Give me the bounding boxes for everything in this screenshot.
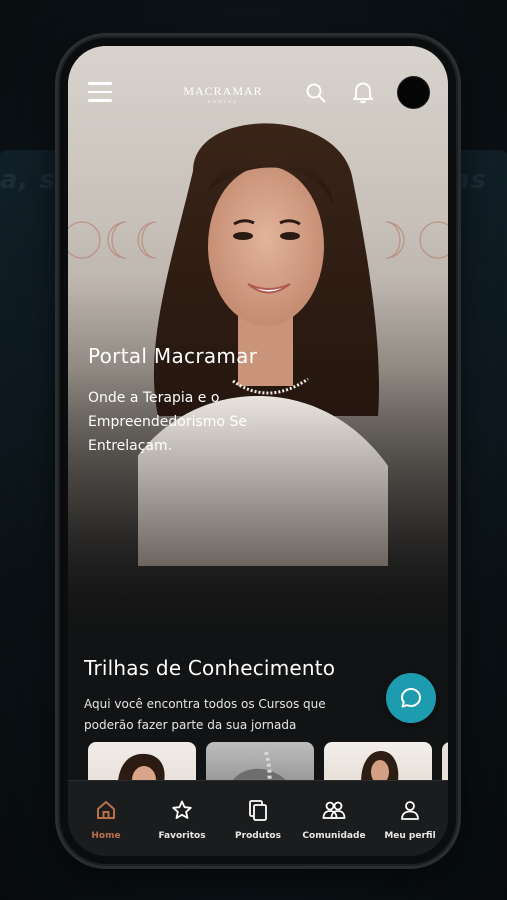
nav-label: Home <box>91 831 121 841</box>
hamburger-line <box>88 99 112 102</box>
logo-text: MACRAMAR <box>183 84 263 98</box>
copy-icon <box>249 800 267 821</box>
app-logo[interactable]: MACRAMAR PORTAL <box>168 84 278 105</box>
nav-item-produtos[interactable]: Produtos <box>220 781 296 851</box>
nav-item-home[interactable]: Home <box>68 781 144 851</box>
background-panel-right <box>452 150 507 600</box>
background-decor-text: as <box>452 165 488 195</box>
hero-title: Portal Macramar <box>88 344 258 368</box>
nav-item-meu-perfil[interactable]: Meu perfil <box>372 781 448 851</box>
nav-label: Favoritos <box>158 831 206 841</box>
phone-frame: MACRAMAR PORTAL Portal Macramar Onde a T… <box>60 38 456 864</box>
avatar[interactable] <box>397 76 430 109</box>
woman-portrait-image <box>138 123 388 566</box>
hero-banner <box>68 46 448 636</box>
star-icon <box>172 800 192 819</box>
hero-subtitle: Onde a Terapia e o Empreendedorismo Se E… <box>88 390 247 454</box>
home-icon <box>97 801 115 819</box>
chat-bubble-icon <box>401 688 421 708</box>
nav-label: Produtos <box>235 831 281 841</box>
hamburger-line <box>88 82 112 85</box>
nav-item-comunidade[interactable]: Comunidade <box>296 781 372 851</box>
nav-label: Meu perfil <box>384 831 436 841</box>
menu-button[interactable] <box>88 82 112 104</box>
section-description: Aqui você encontra todos os Cursos que p… <box>84 697 326 732</box>
background-panel-left <box>0 150 60 570</box>
bottom-navigation: Home Favoritos Produtos Comunidade Meu p… <box>68 780 448 856</box>
section-title: Trilhas de Conhecimento <box>84 656 336 680</box>
chat-button[interactable] <box>386 673 436 723</box>
app-header: MACRAMAR PORTAL <box>68 74 448 118</box>
nav-item-favoritos[interactable]: Favoritos <box>144 781 220 851</box>
hamburger-line <box>88 90 112 93</box>
search-icon[interactable] <box>305 82 327 104</box>
app-screen: MACRAMAR PORTAL Portal Macramar Onde a T… <box>68 46 448 856</box>
nav-label: Comunidade <box>302 831 366 841</box>
users-icon <box>322 801 346 819</box>
bell-icon[interactable] <box>352 80 374 104</box>
logo-subtext: PORTAL <box>207 100 239 105</box>
user-icon <box>401 801 419 820</box>
